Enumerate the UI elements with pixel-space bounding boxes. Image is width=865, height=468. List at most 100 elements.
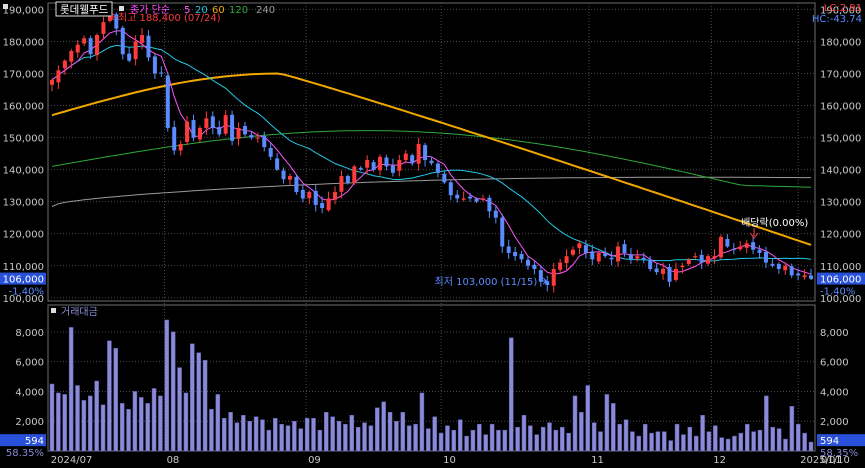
current-change-right: -1.40% xyxy=(820,287,855,298)
candle-body xyxy=(403,153,408,160)
volume-bar xyxy=(738,432,744,452)
volume-bar xyxy=(113,348,119,452)
price-tick-label-left: 170,000 xyxy=(3,69,44,80)
volume-bar xyxy=(260,419,265,452)
candle-body xyxy=(339,176,344,192)
hc-indicator: HC:-43.74 xyxy=(812,14,862,25)
stock-chart[interactable]: 190,000 190,000180,000 180,000170,000 170,0… xyxy=(0,0,865,468)
candle-body xyxy=(300,189,305,199)
candle-body xyxy=(577,243,582,248)
volume-bar xyxy=(349,415,355,452)
volume-bar xyxy=(566,432,571,452)
volume-bar xyxy=(591,422,597,452)
volume-bar xyxy=(770,426,775,452)
candle-body xyxy=(172,127,177,151)
volume-bar xyxy=(330,416,335,452)
candle-body xyxy=(686,259,691,264)
candle-body xyxy=(390,165,395,173)
volume-bar xyxy=(795,423,801,452)
low-annotation: 최저 103,000 (11/15) xyxy=(435,276,538,288)
volume-bar xyxy=(732,435,737,452)
volume-bar xyxy=(611,403,616,452)
price-tick-label-left: 180,000 xyxy=(3,37,44,48)
volume-bar xyxy=(547,422,552,452)
candle-body xyxy=(82,38,87,44)
candle-body xyxy=(680,265,685,268)
volume-bar xyxy=(324,412,329,452)
volume-bar xyxy=(253,416,259,452)
volume-bar xyxy=(400,412,406,452)
current-change-left: -1.40% xyxy=(9,287,44,298)
candle-body xyxy=(609,257,614,260)
volume-bar xyxy=(655,431,661,452)
volume-bar xyxy=(126,409,131,452)
candle-body xyxy=(410,155,415,164)
candle-body xyxy=(435,163,440,173)
current-volume-ratio-left: 58.35% xyxy=(6,448,44,459)
volume-bar xyxy=(515,426,520,452)
candle-body xyxy=(416,143,421,164)
volume-bar xyxy=(585,385,591,452)
volume-tick-label-right: 4,000 xyxy=(820,387,849,398)
volume-bar xyxy=(62,394,68,452)
candle-body xyxy=(397,160,402,171)
candle-body xyxy=(127,53,132,61)
volume-bar xyxy=(572,395,578,452)
candle-body xyxy=(281,170,286,180)
candle-body xyxy=(217,127,222,135)
candle-body xyxy=(185,121,190,142)
candle-body xyxy=(648,259,653,269)
candle-body xyxy=(159,72,164,74)
volume-bar xyxy=(662,431,667,452)
price-tick-label-right: 140,000 xyxy=(820,166,861,177)
candle-body xyxy=(333,192,338,200)
candle-body xyxy=(120,27,125,55)
volume-bar xyxy=(693,435,699,452)
volume-bar xyxy=(432,416,437,452)
price-tick-label-left: 150,000 xyxy=(3,134,44,145)
candle-body xyxy=(455,194,460,199)
price-tick-label-right: 160,000 xyxy=(820,102,861,113)
candle-body xyxy=(384,157,389,167)
volume-bar xyxy=(196,352,201,452)
price-tick-label-left: 110,000 xyxy=(3,262,44,273)
volume-bar xyxy=(228,412,233,452)
candle-body xyxy=(757,249,762,253)
candle-body xyxy=(519,254,524,260)
candle-body xyxy=(468,196,473,199)
volume-tick-label-right: 6,000 xyxy=(820,358,849,369)
volume-bar xyxy=(521,415,527,452)
volume-bar xyxy=(445,425,450,452)
candle-body xyxy=(230,114,235,141)
volume-bar xyxy=(706,431,712,452)
volume-bar xyxy=(177,367,182,452)
volume-tick-label-right: 8,000 xyxy=(820,328,849,339)
volume-bar xyxy=(362,422,367,452)
current-price-right: 106,000 xyxy=(820,275,861,286)
candle-body xyxy=(789,266,794,276)
candle-body xyxy=(500,217,505,247)
volume-bar xyxy=(119,403,125,452)
price-tick-label-left: 160,000 xyxy=(3,102,44,113)
candle-body xyxy=(95,35,100,56)
volume-bar xyxy=(279,423,284,452)
volume-bar xyxy=(215,394,221,452)
volume-bar xyxy=(604,394,610,452)
volume-bar xyxy=(139,397,144,452)
volume-tick-label-left: 6,000 xyxy=(15,358,44,369)
volume-bar xyxy=(630,431,635,452)
candle-body xyxy=(538,270,543,282)
candle-body xyxy=(673,268,678,280)
volume-bar xyxy=(789,406,795,452)
volume-bar xyxy=(311,417,316,452)
candle-body xyxy=(718,236,723,258)
current-price-left: 106,000 xyxy=(3,275,44,286)
candle-body xyxy=(223,115,228,134)
volume-bar xyxy=(221,417,227,452)
candle-body xyxy=(693,256,698,258)
volume-bar xyxy=(464,435,469,452)
candle-body xyxy=(525,259,530,266)
volume-bar xyxy=(553,429,559,452)
volume-bar xyxy=(94,380,99,452)
volume-bar xyxy=(81,400,87,452)
